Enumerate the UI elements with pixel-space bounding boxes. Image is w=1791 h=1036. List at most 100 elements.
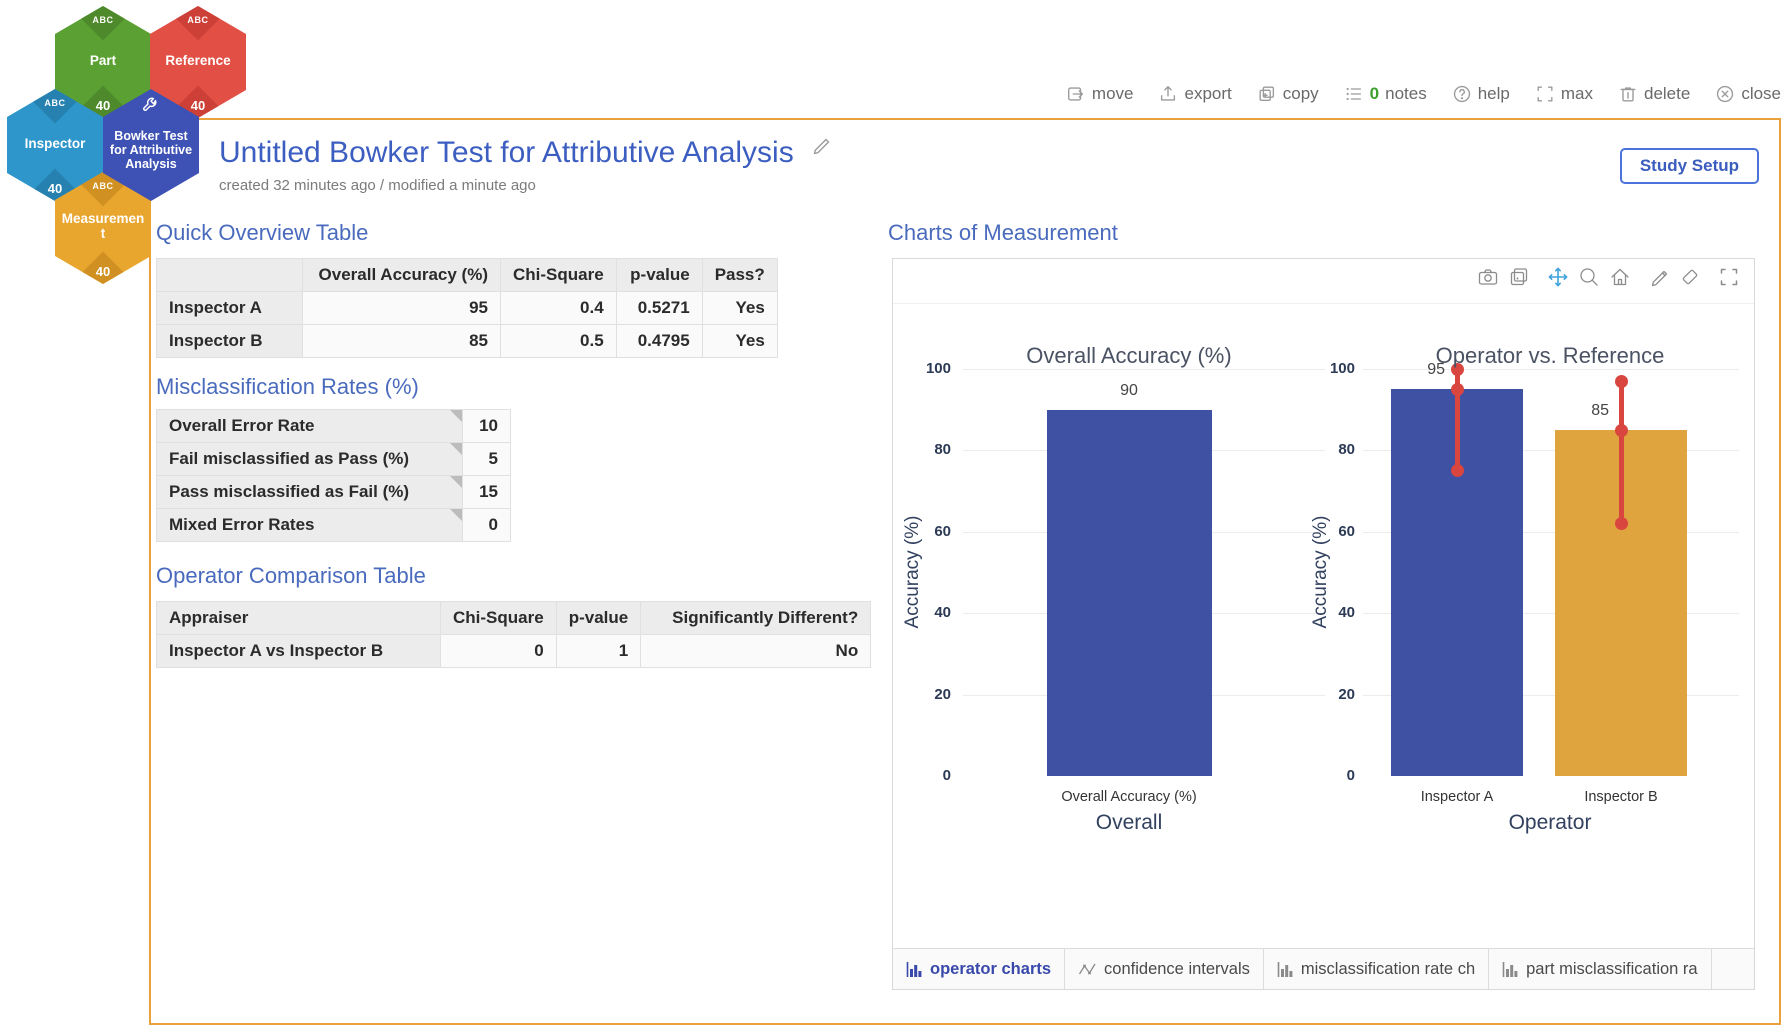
value-cell: 0.4795 <box>615 324 703 358</box>
cell-corner-marker <box>450 509 462 521</box>
quick-overview-table: Overall Accuracy (%) Chi-Square p-value Pas… <box>156 258 778 358</box>
error-bar-dot <box>1450 382 1464 396</box>
edit-icon <box>813 138 830 155</box>
column-header: Significantly Different? <box>640 601 872 635</box>
column-header: Overall Accuracy (%) <box>302 258 501 292</box>
table-row: Inspector A vs Inspector B 0 1 No <box>156 634 872 668</box>
chart-tab-confidence-intervals[interactable]: confidence intervals <box>1065 949 1264 989</box>
bar-chart-icon <box>1277 961 1293 977</box>
column-header <box>156 258 303 292</box>
misclassification-section: Misclassification Rates (%) Overall Erro… <box>156 374 511 542</box>
toolbar-item-label: move <box>1091 84 1134 103</box>
quick-overview-title: Quick Overview Table <box>156 220 369 245</box>
toolbar-copy-button[interactable]: copy <box>1257 84 1319 104</box>
chart-tab-bar: operator charts confidence intervals miscl… <box>893 948 1754 989</box>
y-tick-label: 100 <box>1329 360 1355 377</box>
column-header: Chi-Square <box>440 601 557 635</box>
x-tick-label: Inspector B <box>1584 789 1658 805</box>
y-axis-title: Accuracy (%) <box>902 515 923 629</box>
hex-type-label: ABC <box>187 15 209 25</box>
copy-icon <box>1259 86 1274 102</box>
hex-node-label: Bowker Test for Attributive Analysis <box>109 129 193 171</box>
misclassification-table: Overall Error Rate 10 Fail misclassified a… <box>156 409 511 542</box>
value-cell: Yes <box>701 291 778 325</box>
hex-node-label: Measurement <box>61 211 145 241</box>
row-label-cell: Mixed Error Rates <box>156 508 463 542</box>
gridline <box>963 369 1325 370</box>
value-cell: No <box>640 634 872 668</box>
chart-tab-operator-charts[interactable]: operator charts <box>893 949 1066 989</box>
toolbar-notes-button[interactable]: 0 notes <box>1344 84 1427 104</box>
app-window: ABC Part 40 ABC Reference 40 ABC Inspector 40 ABC… <box>0 0 1791 1036</box>
edit-title-icon[interactable] <box>810 134 832 161</box>
quick-overview-section: Quick Overview Table Overall Accuracy (%… <box>156 220 778 358</box>
window-toolbar: move export copy 0 notes help max delete close <box>1066 84 1781 104</box>
value-cell: 0.5271 <box>615 291 703 325</box>
chart-title: Operator vs. Reference <box>1435 343 1665 368</box>
value-cell: 1 <box>555 634 642 668</box>
toolbar-move-button[interactable]: move <box>1066 84 1134 104</box>
toolbar-item-label: max <box>1560 84 1593 103</box>
study-setup-button[interactable]: Study Setup <box>1619 148 1759 184</box>
column-header: Chi-Square <box>500 258 617 292</box>
bar-chart-icon <box>906 961 922 977</box>
value-cell: 95 <box>302 291 501 325</box>
chart-tab-part-misclassification-ra[interactable]: part misclassification ra <box>1489 949 1712 989</box>
charts-section-title: Charts of Measurement <box>888 220 1118 245</box>
y-tick-label: 100 <box>925 360 951 377</box>
table-row: Inspector B 85 0.5 0.4795 Yes <box>156 324 778 358</box>
misclassification-title: Misclassification Rates (%) <box>156 374 419 399</box>
delete-icon <box>1620 87 1636 102</box>
operator-comparison-title: Operator Comparison Table <box>156 563 426 588</box>
analysis-panel: Untitled Bowker Test for Attributive Ana… <box>149 118 1781 1025</box>
toolbar-item-label: notes <box>1385 84 1427 103</box>
bar-value-label: 90 <box>1120 381 1138 399</box>
bar-chart-icon <box>1502 961 1518 977</box>
x-tick-label: Overall Accuracy (%) <box>1061 789 1197 805</box>
value-cell: 0 <box>440 634 557 668</box>
hex-type-label: ABC <box>92 15 114 25</box>
cell-corner-marker <box>450 476 462 488</box>
row-label-cell: Fail misclassified as Pass (%) <box>156 442 463 476</box>
y-tick-label: 20 <box>934 685 951 703</box>
bar-value-label: 85 <box>1591 402 1609 420</box>
toolbar-delete-button[interactable]: delete <box>1618 84 1690 104</box>
toolbar-max-button[interactable]: max <box>1535 84 1593 104</box>
operator-comparison-section: Operator Comparison Table Appraiser Chi-S… <box>156 563 872 668</box>
notes-icon <box>1346 87 1361 101</box>
chart-tab-misclassification-rate-ch[interactable]: misclassification rate ch <box>1264 949 1490 989</box>
value-cell: 0.5 <box>500 324 617 358</box>
hex-node-label: Inspector <box>24 135 86 151</box>
toolbar-help-button[interactable]: help <box>1452 84 1510 104</box>
error-bar-dot <box>1614 517 1628 531</box>
cell-corner-marker <box>450 443 462 455</box>
move-icon <box>1067 87 1083 101</box>
table-row: Pass misclassified as Fail (%) 15 <box>156 475 511 509</box>
column-header: Pass? <box>701 258 778 292</box>
error-bar-dot <box>1614 374 1628 388</box>
export-icon <box>1161 86 1176 101</box>
y-tick-label: 0 <box>942 767 951 784</box>
y-tick-label: 80 <box>1338 441 1355 459</box>
chart-canvas: 0 20 40 60 80 100 90 Overall Accuracy (%) Overal… <box>893 259 1754 948</box>
value-cell: 0 <box>462 508 511 542</box>
toolbar-export-button[interactable]: export <box>1158 84 1232 104</box>
bar-overall-accuracy- <box>1046 409 1212 776</box>
value-cell: 0.4 <box>500 291 617 325</box>
operator-comparison-table: Appraiser Chi-Square p-value Significantly … <box>156 601 872 668</box>
error-bar-dot <box>1450 464 1464 478</box>
value-cell: Yes <box>701 324 778 358</box>
y-axis-title: Accuracy (%) <box>1310 515 1331 629</box>
value-cell: 15 <box>462 475 511 509</box>
column-header: p-value <box>555 601 642 635</box>
column-header: p-value <box>615 258 703 292</box>
toolbar-close-button[interactable]: close <box>1715 84 1781 104</box>
max-icon <box>1537 86 1553 102</box>
charts-panel: 0 20 40 60 80 100 90 Overall Accuracy (%) Overal… <box>892 258 1755 990</box>
created-modified-text: created 32 minutes ago / modified a minu… <box>219 177 536 194</box>
chart-tab-label: confidence intervals <box>1104 959 1250 978</box>
hex-count: 40 <box>95 264 111 279</box>
value-cell: 85 <box>302 324 501 358</box>
table-header-row: Appraiser Chi-Square p-value Significantly … <box>156 601 872 635</box>
chart-tab-label: part misclassification ra <box>1526 959 1698 978</box>
